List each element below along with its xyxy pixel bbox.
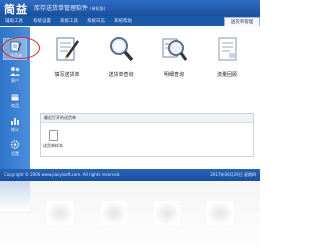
magnifier-icon bbox=[110, 37, 134, 62]
chart-icon bbox=[11, 118, 19, 125]
sidebar-item-label: 统计 bbox=[11, 127, 19, 132]
action-label: 填写送货单 bbox=[54, 72, 80, 78]
people-icon bbox=[10, 67, 20, 76]
reflection-sidebar bbox=[0, 181, 30, 211]
action-label: 明细查询 bbox=[163, 72, 184, 78]
sidebar-item-settings[interactable]: 设置 bbox=[3, 137, 27, 159]
tab-delivery-management[interactable]: 送货单管理 bbox=[224, 17, 260, 26]
document-icon bbox=[218, 37, 237, 61]
gear-icon bbox=[10, 140, 20, 149]
reflection-icon bbox=[207, 201, 233, 225]
box-icon bbox=[10, 93, 20, 102]
panel-title: 最近打开的送货单 bbox=[44, 115, 76, 120]
app-window: 简益 库存送货单管理软件 (单机版) 辅助工具 系统设置 系统工具 系统日志 系统… bbox=[0, 0, 260, 181]
copyright-text: Copyright © 2006 www.jianyisoft.com. All… bbox=[4, 172, 121, 177]
pen-form-icon bbox=[56, 37, 80, 61]
status-bar: Copyright © 2006 www.jianyisoft.com. All… bbox=[0, 169, 260, 181]
action-label: 流量回顾 bbox=[216, 72, 237, 78]
app-title: 库存送货单管理软件 (单机版) bbox=[34, 3, 105, 12]
menu-item[interactable]: 系统日志 bbox=[87, 18, 105, 24]
app-logo: 简益 bbox=[4, 3, 28, 16]
app-version: (单机版) bbox=[90, 6, 106, 11]
magnifier-form-icon bbox=[162, 38, 188, 61]
recent-deliveries-panel: 最近打开的送货单 送货单样本 bbox=[40, 113, 254, 157]
title-bar: 简益 库存送货单管理软件 (单机版) bbox=[0, 0, 260, 16]
app-title-text: 库存送货单管理软件 bbox=[34, 5, 89, 12]
recent-item-label[interactable]: 送货单样本 bbox=[43, 143, 63, 149]
menu-bar: 辅助工具 系统设置 系统工具 系统日志 系统帮助 bbox=[0, 16, 260, 26]
reflection-icon bbox=[101, 201, 127, 225]
reflection-icon bbox=[154, 201, 180, 225]
window-reflection bbox=[0, 181, 260, 251]
menu-item[interactable]: 系统帮助 bbox=[114, 18, 132, 24]
status-datetime: 2017年06月29日 星期四 bbox=[210, 172, 256, 177]
sidebar-item-label: 客户 bbox=[11, 78, 19, 83]
sidebar-item-statistics[interactable]: 统计 bbox=[3, 113, 27, 135]
document-icon[interactable] bbox=[49, 130, 58, 141]
sidebar-item-customers[interactable]: 客户 bbox=[3, 64, 27, 86]
volume-review-button[interactable]: 流量回顾 bbox=[205, 35, 249, 85]
delivery-query-button[interactable]: 送货单查询 bbox=[99, 35, 143, 85]
menu-item[interactable]: 系统设置 bbox=[33, 18, 51, 24]
panel-header: 最近打开的送货单 bbox=[41, 114, 253, 123]
fill-delivery-button[interactable]: 填写送货单 bbox=[45, 35, 89, 85]
menu-item[interactable]: 系统工具 bbox=[60, 18, 78, 24]
tab-label: 送货单管理 bbox=[230, 20, 254, 25]
reflection-icon bbox=[47, 201, 73, 225]
highlight-annotation bbox=[2, 37, 40, 59]
action-label: 送货单查询 bbox=[108, 72, 134, 78]
detail-query-button[interactable]: 明细查询 bbox=[152, 35, 196, 85]
sidebar-item-label: 设置 bbox=[11, 151, 19, 156]
sidebar-item-label: 商品 bbox=[11, 103, 19, 108]
menu-item[interactable]: 辅助工具 bbox=[5, 18, 23, 24]
sidebar-item-products[interactable]: 商品 bbox=[3, 89, 27, 111]
